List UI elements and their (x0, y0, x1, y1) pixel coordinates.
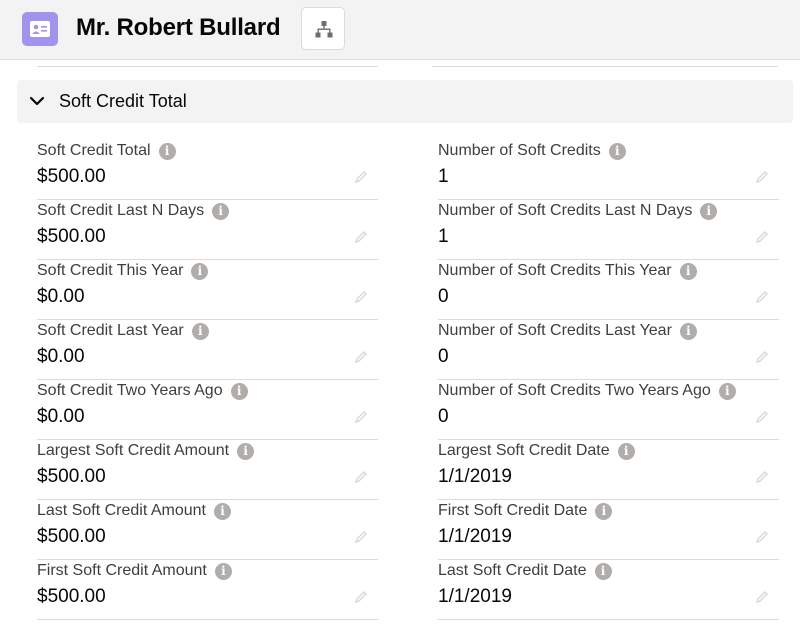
field-number-of-soft-credits: Number of Soft Credits i 1 (438, 140, 779, 200)
info-icon[interactable]: i (213, 502, 231, 520)
pencil-icon[interactable] (353, 349, 369, 365)
field-value: $0.00 (37, 406, 85, 427)
section-title: Soft Credit Total (59, 91, 187, 111)
field-label: Number of Soft Credits (438, 142, 601, 159)
view-hierarchy-button[interactable] (301, 7, 345, 50)
info-icon[interactable]: i (158, 142, 176, 160)
field-first-soft-credit-date: First Soft Credit Date i 1/1/2019 (438, 500, 779, 560)
field-value: $500.00 (37, 526, 106, 547)
field-value: $500.00 (37, 466, 106, 487)
contact-card-icon (22, 12, 58, 46)
pencil-icon[interactable] (754, 229, 770, 245)
field-number-of-soft-credits-last-n-days: Number of Soft Credits Last N Days i 1 (438, 200, 779, 260)
pencil-icon[interactable] (754, 349, 770, 365)
info-icon[interactable]: i (237, 442, 255, 460)
field-label: Soft Credit Two Years Ago (37, 382, 223, 399)
pencil-icon[interactable] (353, 409, 369, 425)
pencil-icon[interactable] (754, 169, 770, 185)
field-largest-soft-credit-date: Largest Soft Credit Date i 1/1/2019 (438, 440, 779, 500)
info-icon[interactable]: i (230, 382, 248, 400)
info-icon[interactable]: i (594, 562, 612, 580)
field-label: Number of Soft Credits Last N Days (438, 202, 693, 219)
field-largest-soft-credit-amount: Largest Soft Credit Amount i $500.00 (37, 440, 378, 500)
record-header: Mr. Robert Bullard (0, 0, 800, 60)
field-value: 1/1/2019 (438, 466, 512, 487)
field-label: Number of Soft Credits Last Year (438, 322, 672, 339)
field-soft-credit-last-n-days: Soft Credit Last N Days i $500.00 (37, 200, 378, 260)
section-header-soft-credit-total[interactable]: Soft Credit Total (17, 80, 793, 123)
info-icon[interactable]: i (679, 322, 697, 340)
field-value: 0 (438, 346, 449, 367)
pencil-icon[interactable] (353, 529, 369, 545)
field-value: $500.00 (37, 166, 106, 187)
pencil-icon[interactable] (353, 469, 369, 485)
pencil-icon[interactable] (754, 469, 770, 485)
pencil-icon[interactable] (754, 409, 770, 425)
field-label: Number of Soft Credits Two Years Ago (438, 382, 711, 399)
field-label: Number of Soft Credits This Year (438, 262, 672, 279)
field-value: 1 (438, 226, 449, 247)
info-icon[interactable]: i (212, 202, 230, 220)
hierarchy-icon (315, 21, 333, 38)
field-value: 1/1/2019 (438, 586, 512, 607)
field-label: Last Soft Credit Date (438, 562, 587, 579)
field-value: $500.00 (37, 226, 106, 247)
info-icon[interactable]: i (595, 502, 613, 520)
field-number-of-soft-credits-last-year: Number of Soft Credits Last Year i 0 (438, 320, 779, 380)
field-label: First Soft Credit Amount (37, 562, 207, 579)
field-label: Soft Credit This Year (37, 262, 184, 279)
field-soft-credit-this-year: Soft Credit This Year i $0.00 (37, 260, 378, 320)
field-label: Soft Credit Last N Days (37, 202, 205, 219)
info-icon[interactable]: i (718, 382, 736, 400)
field-label: First Soft Credit Date (438, 502, 588, 519)
field-soft-credit-two-years-ago: Soft Credit Two Years Ago i $0.00 (37, 380, 378, 440)
info-icon[interactable]: i (679, 262, 697, 280)
field-label: Largest Soft Credit Date (438, 442, 610, 459)
field-label: Largest Soft Credit Amount (37, 442, 230, 459)
pencil-icon[interactable] (353, 589, 369, 605)
field-value: 1 (438, 166, 449, 187)
pencil-icon[interactable] (353, 229, 369, 245)
pencil-icon[interactable] (754, 589, 770, 605)
field-last-soft-credit-amount: Last Soft Credit Amount i $500.00 (37, 500, 378, 560)
info-icon[interactable]: i (191, 322, 209, 340)
field-value: $500.00 (37, 586, 106, 607)
info-icon[interactable]: i (191, 262, 209, 280)
field-value: $0.00 (37, 286, 85, 307)
field-label: Last Soft Credit Amount (37, 502, 206, 519)
field-label: Soft Credit Total (37, 142, 151, 159)
info-icon[interactable]: i (617, 442, 635, 460)
divider (432, 66, 778, 67)
field-first-soft-credit-amount: First Soft Credit Amount i $500.00 (37, 560, 378, 620)
divider (37, 66, 378, 67)
field-value: $0.00 (37, 346, 85, 367)
field-last-soft-credit-date: Last Soft Credit Date i 1/1/2019 (438, 560, 779, 620)
info-icon[interactable]: i (700, 202, 718, 220)
field-value: 1/1/2019 (438, 526, 512, 547)
field-number-of-soft-credits-this-year: Number of Soft Credits This Year i 0 (438, 260, 779, 320)
pencil-icon[interactable] (754, 289, 770, 305)
field-label: Soft Credit Last Year (37, 322, 184, 339)
record-title: Mr. Robert Bullard (76, 14, 281, 41)
field-value: 0 (438, 286, 449, 307)
field-soft-credit-last-year: Soft Credit Last Year i $0.00 (37, 320, 378, 380)
field-value: 0 (438, 406, 449, 427)
pencil-icon[interactable] (353, 289, 369, 305)
info-icon[interactable]: i (608, 142, 626, 160)
pencil-icon[interactable] (754, 529, 770, 545)
pencil-icon[interactable] (353, 169, 369, 185)
field-soft-credit-total: Soft Credit Total i $500.00 (37, 140, 378, 200)
chevron-down-icon[interactable] (29, 95, 45, 107)
info-icon[interactable]: i (214, 562, 232, 580)
field-number-of-soft-credits-two-years-ago: Number of Soft Credits Two Years Ago i 0 (438, 380, 779, 440)
